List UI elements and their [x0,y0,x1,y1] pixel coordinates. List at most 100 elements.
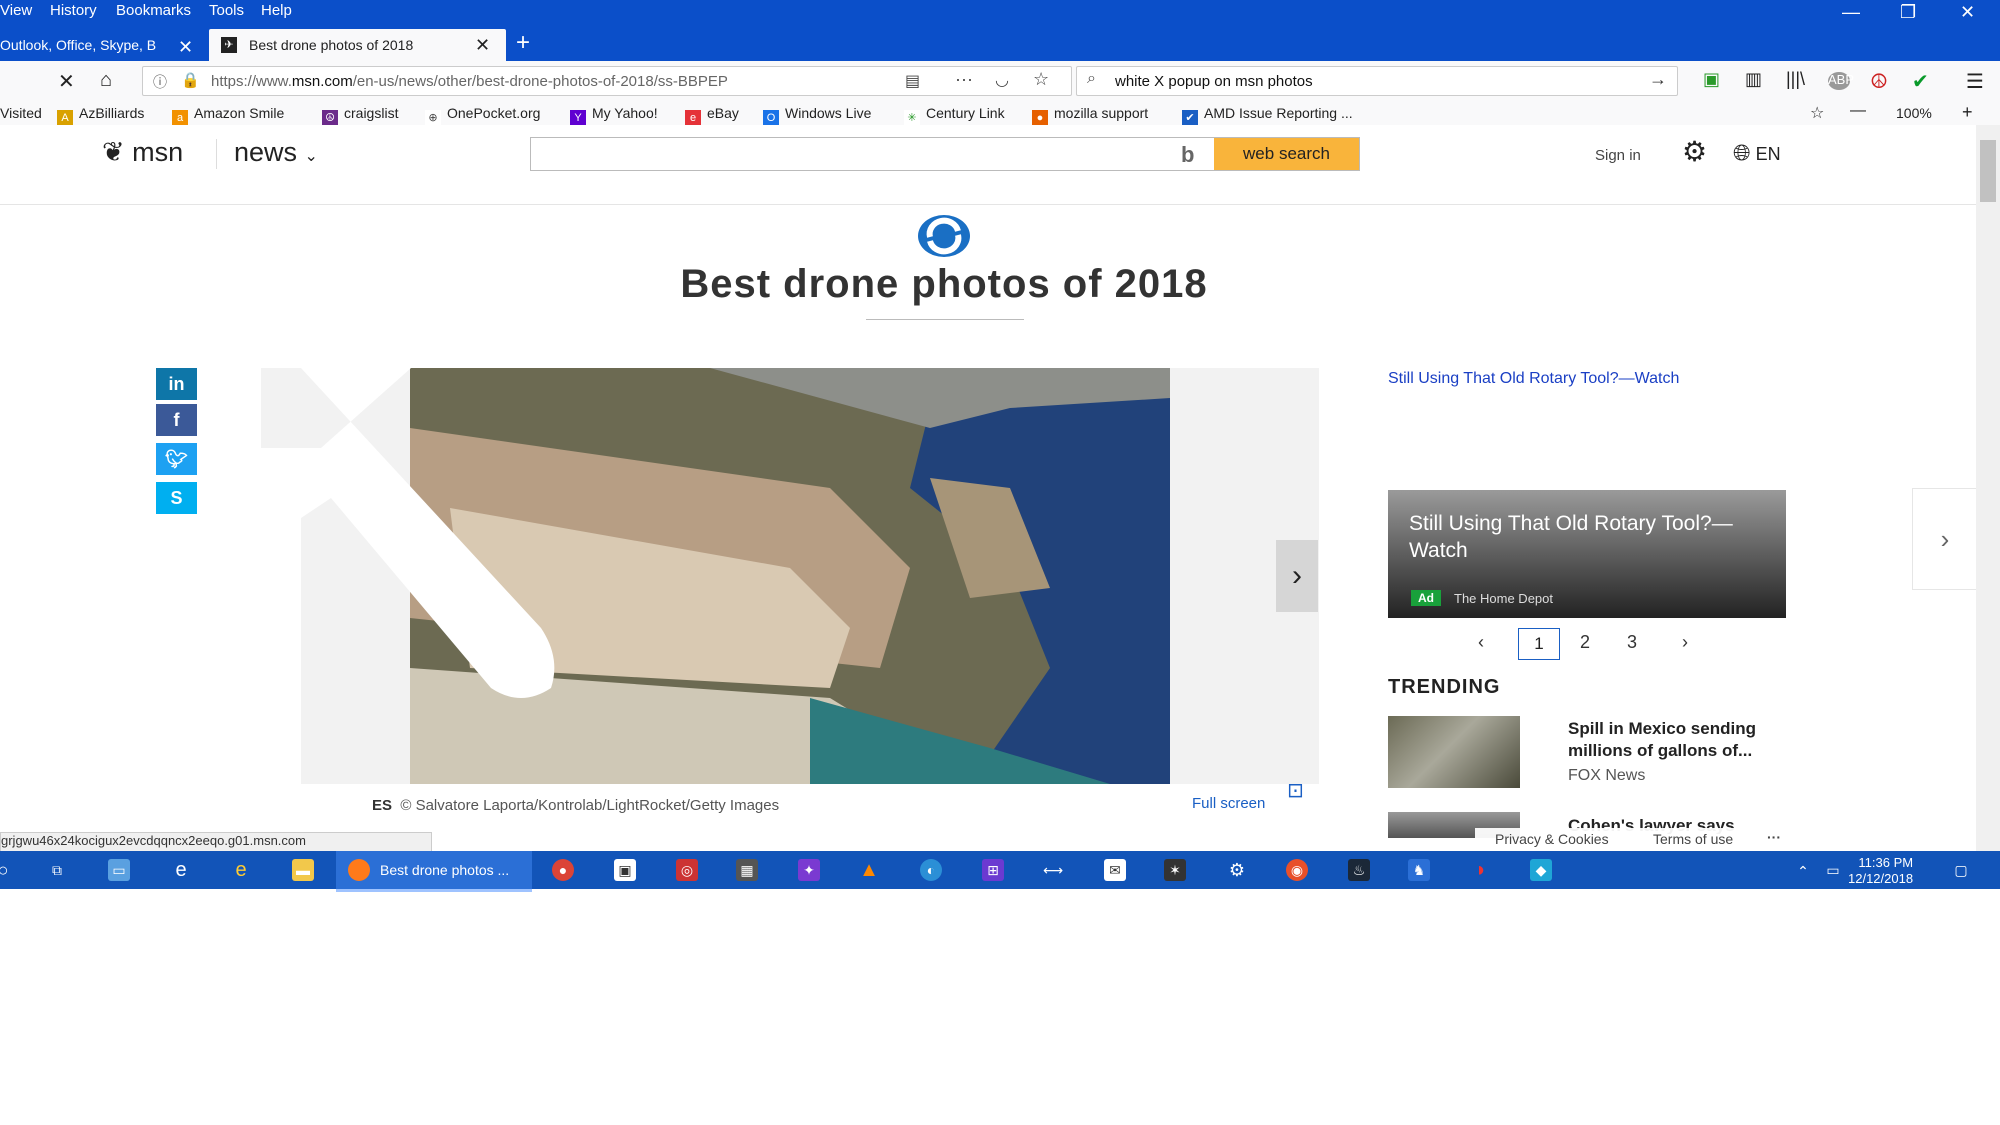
store-icon[interactable]: ▣ [614,859,636,881]
app-icon[interactable]: ⚙ [1226,859,1248,881]
next-photo-button[interactable]: › [1276,540,1318,612]
menu-tools[interactable]: Tools [209,2,244,19]
browser-search-box[interactable]: ⌕ white X popup on msn photos → [1076,66,1678,96]
more-icon[interactable]: ··· [1767,829,1781,845]
taskbar-firefox[interactable]: Best drone photos ... [336,851,532,892]
home-icon[interactable]: ⌂ [100,69,112,92]
restore-icon[interactable]: ❐ [1900,2,1916,23]
extension-green-icon[interactable]: ▣ [1703,69,1720,90]
gear-icon[interactable]: ⚙ [1682,135,1707,168]
tray-chevron-up-icon[interactable]: ⌃ [1792,860,1814,882]
info-icon[interactable]: ⓘ [153,72,167,92]
zoom-level[interactable]: 100% [1896,105,1932,121]
scrollbar-thumb[interactable] [1980,140,1996,202]
trending-headline[interactable]: Spill in Mexico sending millions of gall… [1568,718,1798,762]
adblock-icon[interactable]: ABP [1828,72,1854,90]
sidebar-icon[interactable]: ▥ [1745,69,1762,90]
app-icon[interactable]: ✶ [1164,859,1186,881]
close-window-icon[interactable]: ✕ [1960,2,1975,23]
bookmark-toolbar-icon[interactable]: ☆ [1810,103,1824,123]
bookmark-item[interactable]: ✔ AMD Issue Reporting ... [1182,105,1353,126]
library-icon[interactable]: |||\ [1786,69,1805,90]
url-bar[interactable]: ⓘ 🔒 https://www.msn.com/en-us/news/other… [142,66,1072,96]
checkmark-extension-icon[interactable]: ✔ [1912,69,1929,94]
section-dropdown[interactable]: news ⌄ [234,137,318,168]
white-x-overlay-icon[interactable] [261,368,661,788]
vlc-icon[interactable]: ▲ [858,859,880,881]
menu-history[interactable]: History [50,2,97,19]
bookmark-item[interactable]: Y My Yahoo! [570,105,658,126]
terms-link[interactable]: Terms of use [1653,831,1733,847]
language-selector[interactable]: 🌐︎ EN [1733,140,1781,166]
clock[interactable]: 11:36 PM 12/12/2018 [1848,855,1913,887]
file-explorer-icon[interactable]: ▬ [292,859,314,881]
go-arrow-icon[interactable]: → [1649,69,1667,90]
app-icon[interactable]: ▭ [108,859,130,881]
bookmark-item[interactable]: O Windows Live [763,105,871,126]
web-search-button[interactable]: web search [1214,138,1359,170]
linkedin-share-icon[interactable]: in [156,368,197,400]
app-icon[interactable]: ◉ [1286,859,1308,881]
msn-logo[interactable]: ❦ msn [102,137,183,168]
menu-bookmarks[interactable]: Bookmarks [116,2,191,19]
sign-in-link[interactable]: Sign in [1595,147,1641,164]
new-tab-icon[interactable]: + [516,29,530,57]
app-icon[interactable]: ▦ [736,859,758,881]
tab-active[interactable]: ✈ Best drone photos of 2018 ✕ [209,29,506,61]
edge-icon[interactable]: e [170,859,192,881]
app-icon[interactable]: ⊞ [982,859,1004,881]
minimize-icon[interactable]: — [1842,2,1860,23]
facebook-share-icon[interactable]: f [156,404,197,436]
network-icon[interactable]: ▭ [1822,859,1844,881]
app-icon[interactable]: ◗ [1470,859,1492,881]
pager-page[interactable]: 1 [1518,628,1560,660]
zoom-in-icon[interactable]: + [1962,102,1973,123]
bookmark-item[interactable]: e eBay [685,105,739,126]
pager-prev-icon[interactable]: ‹ [1478,632,1484,653]
extension-red-icon[interactable]: ☮ [1870,69,1888,94]
bookmark-item[interactable]: a Amazon Smile [172,105,284,126]
app-icon[interactable]: ⟷ [1042,859,1064,881]
bookmark-star-icon[interactable]: ☆ [1033,69,1049,90]
bookmark-item[interactable]: ✳ Century Link [904,105,1005,126]
close-tab-icon[interactable]: ✕ [475,35,490,56]
hamburger-menu-icon[interactable]: ☰ [1966,69,1984,94]
pager-page[interactable]: 3 [1627,632,1637,653]
bookmark-item[interactable]: ⊕ OnePocket.org [425,105,540,126]
menu-help[interactable]: Help [261,2,292,19]
pager-page[interactable]: 2 [1580,632,1590,653]
steam-icon[interactable]: ♨ [1348,859,1370,881]
side-next-button[interactable]: › [1912,488,1978,590]
task-view-icon[interactable]: ⧉ [46,859,68,881]
bookmark-item[interactable]: A AzBilliards [57,105,144,126]
pocket-icon[interactable]: ◡ [995,70,1009,90]
skype-share-icon[interactable]: S [156,482,197,514]
fullscreen-icon[interactable]: ⊡ [1287,778,1304,803]
trending-thumbnail[interactable] [1388,716,1520,788]
app-icon[interactable]: ✦ [798,859,820,881]
zoom-out-icon[interactable]: — [1850,102,1866,120]
ie-icon[interactable]: e [230,859,252,881]
notifications-icon[interactable]: ▢ [1950,859,1972,881]
privacy-link[interactable]: Privacy & Cookies [1495,831,1609,847]
app-icon[interactable]: ◐ [920,859,942,881]
ad-card[interactable]: Still Using That Old Rotary Tool?—Watch … [1388,490,1786,618]
chrome-icon[interactable]: ● [552,859,574,881]
full-screen-link[interactable]: Full screen [1192,795,1265,812]
app-icon[interactable]: ◎ [676,859,698,881]
bookmark-item[interactable]: ☮ craigslist [322,105,398,126]
pager-next-icon[interactable]: › [1682,632,1688,653]
reader-view-icon[interactable]: ▤ [905,71,920,91]
more-actions-icon[interactable]: ··· [955,69,973,90]
bookmark-item[interactable]: ● mozilla support [1032,105,1148,126]
twitter-share-icon[interactable]: 🐦︎ [156,443,197,475]
menu-view[interactable]: View [0,2,32,19]
ad-headline-link[interactable]: Still Using That Old Rotary Tool?—Watch [1388,370,1679,388]
app-icon[interactable]: ♞ [1408,859,1430,881]
msn-search-field[interactable]: b web search [530,137,1360,171]
bookmark-item[interactable]: Visited [0,105,42,121]
start-icon[interactable]: ○ [0,859,14,881]
page-scrollbar[interactable] [1976,125,2000,851]
stop-icon[interactable]: ✕ [58,69,75,94]
mail-icon[interactable]: ✉ [1104,859,1126,881]
